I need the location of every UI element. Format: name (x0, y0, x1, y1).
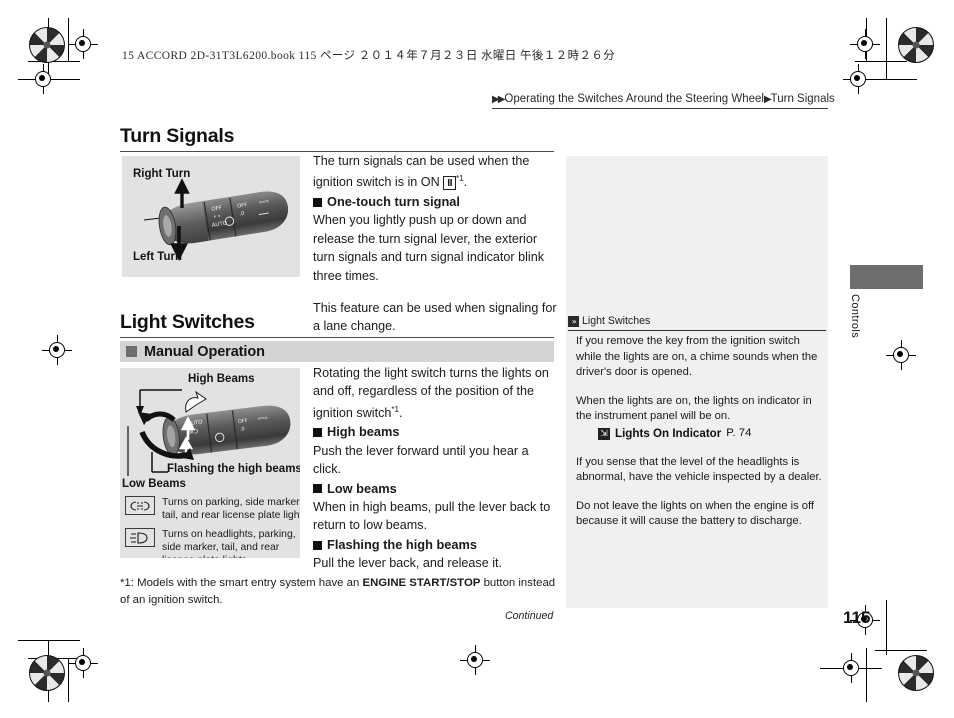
subsection-bullet-icon (126, 346, 137, 357)
subheading-text: One-touch turn signal (327, 194, 460, 209)
legend-row: Turns on headlights, parking, side marke… (125, 528, 300, 558)
bullet-square-icon (313, 484, 322, 494)
bullet-square-icon (313, 197, 322, 207)
registration-mark-left-middle (42, 335, 72, 365)
page-title-light-switches: Light Switches (120, 311, 255, 333)
side-para-1: If you remove the key from the ignition … (576, 335, 818, 379)
ls-intro-a: Rotating the light switch turns the ligh… (313, 366, 549, 399)
ls-intro-b: ignition switch (313, 406, 392, 420)
svg-text:OFF: OFF (238, 418, 248, 425)
svg-text:⇦⇨: ⇦⇨ (257, 414, 268, 422)
jump-arrow-icon: ⇲ (598, 427, 610, 440)
registration-mark (850, 29, 880, 59)
figure-label-high-beams: High Beams (188, 373, 255, 385)
ls-low-body: When in high beams, pull the lever back … (313, 500, 551, 533)
cross-reference-lights-on-indicator[interactable]: ⇲ Lights On Indicator P. 74 (576, 426, 824, 442)
print-file-info: 15 ACCORD 2D-31T3L6200.book 115 ページ ２０１４… (122, 50, 616, 62)
footnote-pre: *1: Models with the smart entry system h… (120, 577, 363, 589)
headlights-icon (125, 528, 155, 547)
ls-intro-end: . (398, 406, 403, 420)
ls-high-body: Push the lever forward until you hear a … (313, 443, 529, 477)
svg-text:.0: .0 (240, 426, 245, 433)
page-title-turn-signals: Turn Signals (120, 125, 235, 147)
parking-lights-icon (125, 496, 155, 515)
side-para-3: If you sense that the level of the headl… (576, 455, 822, 484)
figure-label-right-turn: Right Turn (133, 168, 191, 180)
continued-label: Continued (505, 610, 554, 622)
legend-text: Turns on headlights, parking, side marke… (162, 529, 296, 558)
ts-intro-b: switch is in ON (356, 175, 440, 190)
double-chevron-icon: » (568, 315, 579, 327)
subheading-high-beams: High beams (313, 423, 559, 441)
ts-para2: This feature can be used when signaling … (313, 301, 557, 334)
color-target (898, 655, 934, 691)
light-switches-body: Rotating the light switch turns the ligh… (313, 364, 559, 573)
registration-mark (68, 648, 98, 678)
footnote: *1: Models with the smart entry system h… (120, 575, 560, 609)
subheading-text: High beams (327, 424, 400, 440)
bullet-square-icon (313, 428, 322, 438)
ls-footmark: *1 (391, 404, 399, 414)
page-number: 115 (843, 608, 871, 627)
registration-mark (460, 645, 490, 675)
ignition-key-badge: II (443, 175, 457, 190)
color-target (29, 655, 65, 691)
subheading-low-beams: Low beams (313, 480, 559, 498)
section-tab-block (850, 265, 923, 289)
breadcrumb-path: Operating the Switches Around the Steeri… (504, 93, 764, 105)
side-para-2: When the lights are on, the lights on in… (576, 394, 812, 423)
side-note-header: » Light Switches (568, 315, 650, 327)
figure-label-flashing-high-beams: Flashing the high beams (167, 463, 300, 475)
turn-signal-figure: OFF ⚬⚬ AUTO OFF .0 ⇦⇨ Right Turn Left Tu… (122, 156, 300, 277)
breadcrumb-arrow-icon: ▶▶ (492, 94, 505, 105)
side-para-4: Do not leave the lights on when the engi… (576, 499, 815, 528)
subheading-one-touch-turn-signal: One-touch turn signal (313, 193, 558, 211)
side-note-rule (568, 330, 826, 332)
ls-flash-body: Pull the lever back, and release it. (313, 556, 503, 571)
breadcrumb-current: Turn Signals (770, 93, 835, 105)
subheading-flashing-high-beams: Flashing the high beams (313, 536, 559, 554)
ts-footmark: *1 (456, 174, 464, 184)
breadcrumb-separator-icon: ▶ (763, 94, 772, 105)
color-target (29, 27, 65, 63)
registration-mark-right-middle (886, 340, 916, 370)
svg-text:.0: .0 (239, 211, 245, 218)
cross-reference-name: Lights On Indicator (615, 426, 722, 440)
color-target (898, 27, 934, 63)
legend-text: Turns on parking, side marker, tail, and… (162, 497, 300, 521)
light-switch-legend: Turns on parking, side marker, tail, and… (125, 496, 300, 558)
legend-row: Turns on parking, side marker, tail, and… (125, 496, 300, 522)
light-switches-rule (120, 337, 554, 338)
cross-reference-page: P. 74 (726, 426, 752, 439)
side-note-title: Light Switches (582, 315, 651, 327)
figure-label-low-beams: Low Beams (122, 478, 186, 490)
section-tab-label: Controls (849, 294, 861, 339)
manual-page: 15 ACCORD 2D-31T3L6200.book 115 ページ ２０１４… (0, 0, 954, 718)
turn-signals-body: The turn signals can be used when the ig… (313, 152, 558, 336)
ts-intro-end: . (463, 175, 468, 190)
breadcrumb: ▶▶Operating the Switches Around the Stee… (492, 89, 835, 107)
bullet-square-icon (313, 540, 322, 550)
subsection-manual-operation: Manual Operation (120, 341, 554, 362)
subsection-label: Manual Operation (144, 343, 265, 360)
subheading-text: Low beams (327, 480, 397, 496)
ts-sub1-body: When you lightly push up or down and rel… (313, 213, 545, 283)
figure-label-left-turn: Left Turn (133, 251, 182, 263)
side-note-body: If you remove the key from the ignition … (576, 334, 824, 530)
breadcrumb-rule (492, 108, 828, 109)
registration-mark (68, 29, 98, 59)
footnote-bold: ENGINE START/STOP (362, 577, 481, 589)
subheading-text: Flashing the high beams (327, 536, 478, 552)
light-switch-figure: AUTO ≡Ɔ OFF .0 ⇦⇨ High Beams Flashing th… (120, 368, 300, 558)
